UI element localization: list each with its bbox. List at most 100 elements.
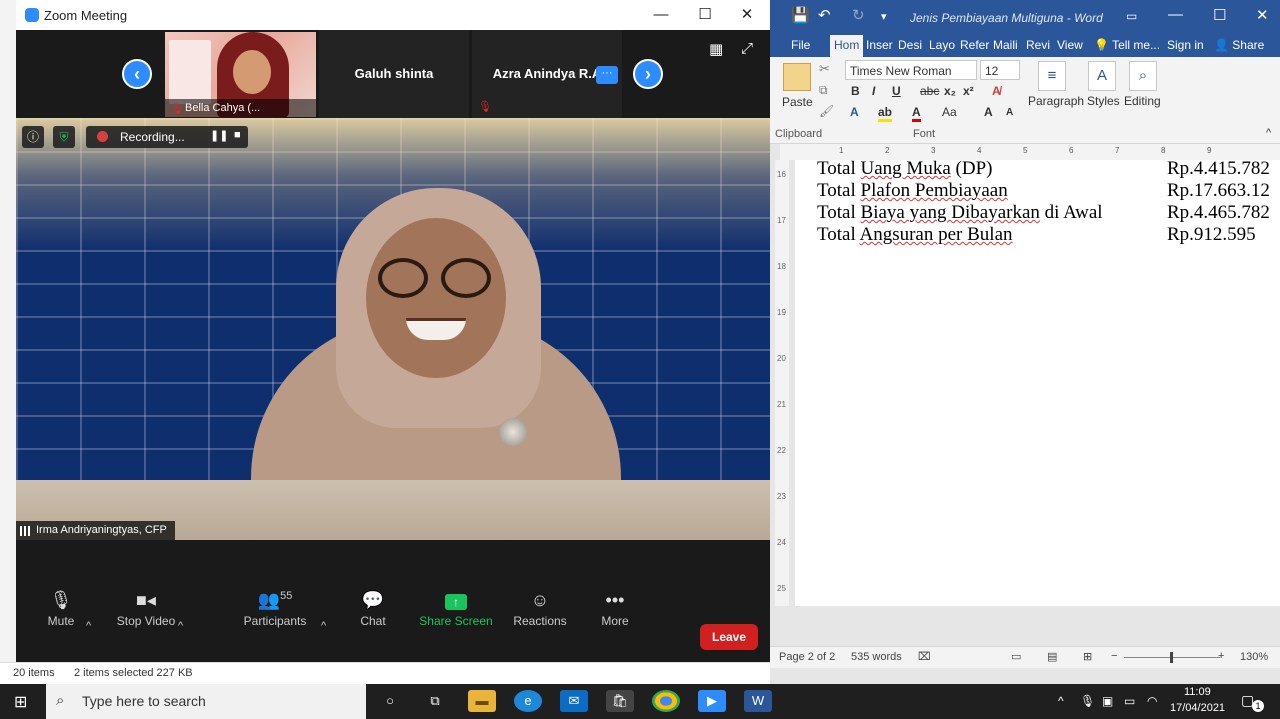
tab-file[interactable]: File xyxy=(791,38,810,52)
paste-icon[interactable] xyxy=(783,63,811,91)
superscript-icon[interactable]: x² xyxy=(963,84,974,98)
chrome-icon[interactable] xyxy=(652,690,680,712)
editing-button[interactable]: Editing xyxy=(1124,94,1161,108)
maximize-icon[interactable]: ☐ xyxy=(1213,6,1226,24)
zoom-app-icon[interactable]: ▶ xyxy=(698,690,726,712)
font-color-icon[interactable]: A xyxy=(912,105,921,122)
document-page[interactable]: Total Uang Muka (DP) Rp.4.415.782 Total … xyxy=(795,160,1280,606)
pause-recording-icon[interactable]: ❚❚ xyxy=(210,129,228,142)
edge-icon[interactable]: e xyxy=(514,690,542,712)
more-button[interactable]: ••• More xyxy=(570,590,660,628)
customize-toolbar-icon[interactable]: ▾ xyxy=(881,10,887,23)
chat-button[interactable]: 💬 Chat xyxy=(328,590,418,628)
proofing-icon[interactable]: ⌧ xyxy=(918,650,931,663)
ribbon-display-icon[interactable]: ▭ xyxy=(1126,9,1137,23)
save-icon[interactable]: 💾 xyxy=(791,6,810,24)
mute-button[interactable]: 🎙 Mute xyxy=(16,590,106,628)
video-options-chevron-icon[interactable]: ^ xyxy=(178,620,183,632)
underline-icon[interactable]: U xyxy=(892,84,901,98)
word-app-icon[interactable]: W xyxy=(744,690,772,712)
info-icon[interactable]: ⓘ xyxy=(22,126,44,148)
copy-icon[interactable]: ⧉ xyxy=(819,83,828,98)
prev-page-icon[interactable]: ‹ xyxy=(122,59,152,89)
tab-home[interactable]: Hom xyxy=(830,35,864,57)
clock-time[interactable]: 11:09 xyxy=(1184,686,1211,698)
maximize-icon[interactable]: ☐ xyxy=(690,4,720,26)
format-painter-icon[interactable]: 🖌 xyxy=(819,104,834,118)
participant-tile-bella[interactable]: 🎙 Bella Cahya (... xyxy=(165,32,316,117)
windows-start-icon[interactable]: ⊞ xyxy=(14,692,27,712)
read-mode-icon[interactable]: ▭ xyxy=(1011,650,1021,663)
grow-font-icon[interactable]: A xyxy=(984,105,993,119)
close-icon[interactable]: ✕ xyxy=(1256,6,1269,24)
change-case-icon[interactable]: Aa xyxy=(942,105,957,119)
zoom-out-icon[interactable]: − xyxy=(1111,650,1117,662)
next-page-icon[interactable]: › xyxy=(633,59,663,89)
minimize-icon[interactable]: — xyxy=(646,4,676,26)
fullscreen-icon[interactable]: ⤢ xyxy=(741,40,753,57)
strikethrough-icon[interactable]: abc xyxy=(920,84,939,98)
bold-icon[interactable]: B xyxy=(851,84,860,98)
undo-icon[interactable]: ↶ xyxy=(818,6,831,24)
more-options-icon[interactable]: ··· xyxy=(596,66,618,84)
zoom-level[interactable]: 130% xyxy=(1240,651,1268,663)
file-explorer-icon[interactable]: ▬ xyxy=(468,690,496,712)
tab-layout[interactable]: Layo xyxy=(929,38,955,52)
taskbar-search[interactable]: ⌕ Type here to search xyxy=(46,684,366,719)
clock-date[interactable]: 17/04/2021 xyxy=(1170,702,1225,714)
stop-recording-icon[interactable]: ■ xyxy=(234,129,241,141)
tab-insert[interactable]: Inser xyxy=(866,38,893,52)
vertical-ruler[interactable]: 16 17 18 19 20 21 22 23 24 25 xyxy=(775,160,789,606)
microphone-tray-icon[interactable]: 🎙 xyxy=(1080,694,1095,708)
horizontal-ruler[interactable]: 1 2 3 4 5 6 7 8 9 xyxy=(780,144,1280,160)
tab-view[interactable]: View xyxy=(1057,38,1083,52)
styles-button[interactable]: Styles xyxy=(1087,94,1120,108)
participant-tile-galuh[interactable]: Galuh shinta xyxy=(319,30,469,118)
zoom-in-icon[interactable]: + xyxy=(1218,650,1224,662)
word-count[interactable]: 535 words xyxy=(851,651,902,663)
gallery-view-icon[interactable]: ▦ xyxy=(709,40,723,58)
leave-button[interactable]: Leave xyxy=(700,624,758,650)
collapse-ribbon-chevron-icon[interactable]: ^ xyxy=(1266,127,1271,139)
styles-icon[interactable]: A xyxy=(1088,61,1116,91)
cut-icon[interactable]: ✂ xyxy=(819,61,830,77)
tab-review[interactable]: Revi xyxy=(1026,38,1050,52)
highlight-icon[interactable]: ab xyxy=(878,105,893,122)
task-view-icon[interactable]: ⧉ xyxy=(421,690,449,712)
mail-icon[interactable]: ✉ xyxy=(560,690,588,712)
share-screen-button[interactable]: ↑ Share Screen xyxy=(411,594,501,628)
sign-in-link[interactable]: Sign in xyxy=(1167,38,1204,52)
italic-icon[interactable]: I xyxy=(872,84,875,98)
tab-design[interactable]: Desi xyxy=(898,38,922,52)
text-effects-icon[interactable]: A xyxy=(850,105,859,119)
cortana-icon[interactable]: ○ xyxy=(376,690,404,712)
shrink-font-icon[interactable]: A xyxy=(1006,107,1013,118)
show-hidden-icons-icon[interactable]: ^ xyxy=(1058,694,1064,708)
font-size-select[interactable]: 12 xyxy=(980,60,1020,80)
zoom-slider-thumb[interactable] xyxy=(1170,652,1173,663)
tab-references[interactable]: Refer xyxy=(960,38,989,52)
web-layout-icon[interactable]: ⊞ xyxy=(1083,650,1092,663)
battery-icon[interactable]: ▭ xyxy=(1124,694,1135,708)
meet-now-icon[interactable]: ▣ xyxy=(1102,694,1113,708)
wifi-icon[interactable]: ◠ xyxy=(1147,694,1157,708)
share-button[interactable]: 👤 Share xyxy=(1214,38,1264,52)
redo-icon[interactable]: ↻ xyxy=(852,6,865,24)
paste-button[interactable]: Paste xyxy=(782,95,813,109)
store-icon[interactable]: 🛍 xyxy=(606,690,634,712)
tell-me-box[interactable]: 💡 Tell me... xyxy=(1094,38,1160,52)
minimize-icon[interactable]: — xyxy=(1168,6,1183,23)
tab-mailings[interactable]: Maili xyxy=(993,38,1018,52)
clear-formatting-icon[interactable]: A̸ xyxy=(992,84,1001,98)
paragraph-icon[interactable]: ≡ xyxy=(1038,61,1066,91)
page-count[interactable]: Page 2 of 2 xyxy=(779,651,835,663)
close-icon[interactable]: ✕ xyxy=(732,4,762,26)
participants-options-chevron-icon[interactable]: ^ xyxy=(321,620,326,632)
subscript-icon[interactable]: x₂ xyxy=(944,84,956,98)
font-name-select[interactable]: Times New Roman xyxy=(845,60,977,80)
print-layout-icon[interactable]: ▤ xyxy=(1047,650,1057,663)
paragraph-button[interactable]: Paragraph xyxy=(1028,94,1084,108)
audio-options-chevron-icon[interactable]: ^ xyxy=(86,620,91,632)
security-shield-icon[interactable]: ⛨ xyxy=(53,126,75,148)
search-icon[interactable]: ⌕ xyxy=(1129,61,1157,91)
